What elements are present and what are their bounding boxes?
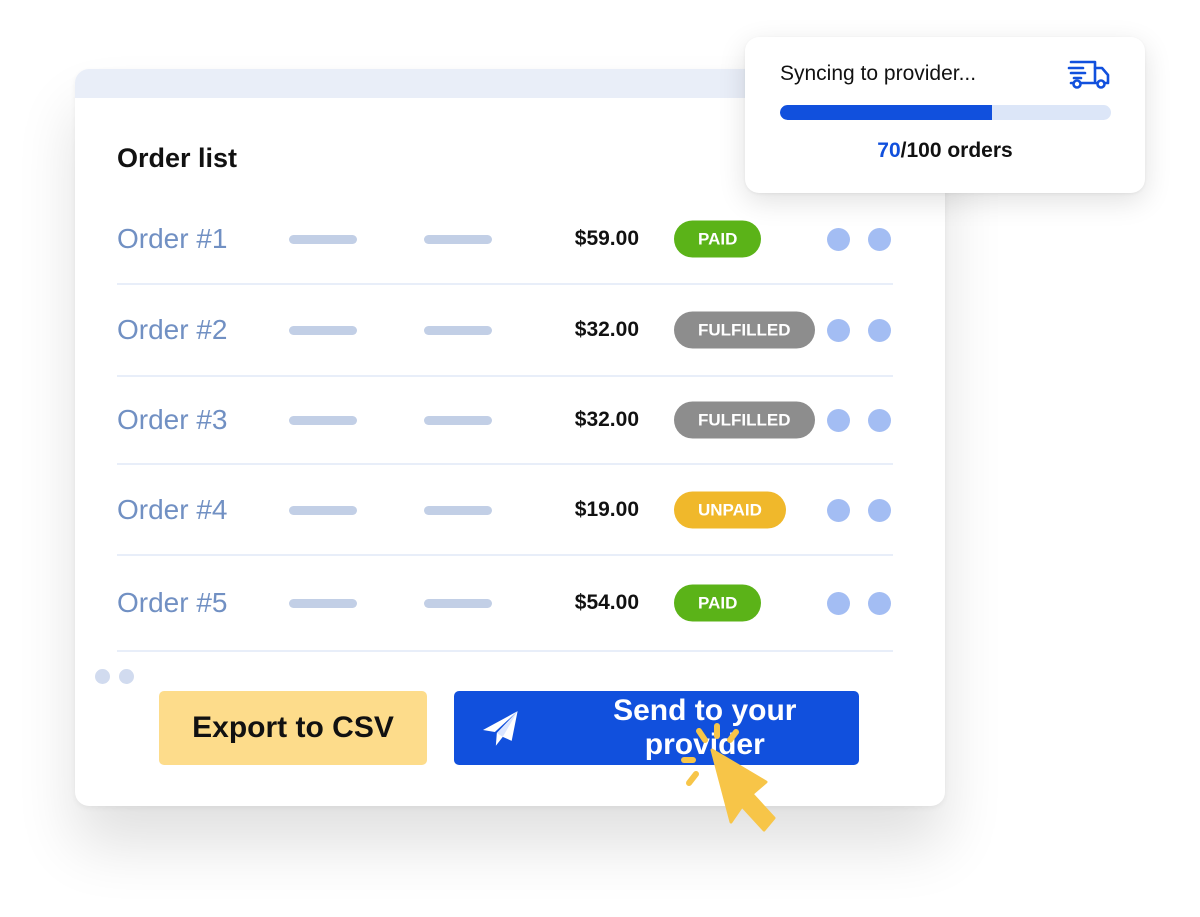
order-price: $54.00 <box>574 591 639 614</box>
action-dot[interactable] <box>827 409 850 432</box>
order-row[interactable]: Order #4 $19.00 UNPAID <box>117 465 893 556</box>
action-dot[interactable] <box>868 227 891 251</box>
status-badge-fulfilled: FULFILLED <box>674 401 815 439</box>
order-price: $32.00 <box>574 318 639 341</box>
sync-order-count: 70/100 orders <box>745 139 1145 163</box>
action-dot[interactable] <box>827 498 850 522</box>
paper-plane-icon <box>482 711 518 746</box>
order-price: $32.00 <box>574 408 639 431</box>
placeholder-bar <box>289 505 357 515</box>
export-csv-label: Export to CSV <box>192 711 394 744</box>
pagination-dot[interactable] <box>95 669 110 684</box>
placeholder-bar <box>424 505 492 515</box>
order-row[interactable]: Order #2 $32.00 FULFILLED <box>117 285 893 377</box>
action-dot[interactable] <box>827 319 850 342</box>
order-row[interactable]: Order #1 $59.00 PAID <box>117 194 893 285</box>
status-badge-paid: PAID <box>674 584 762 622</box>
placeholder-bar <box>424 234 492 244</box>
action-dot[interactable] <box>827 592 850 615</box>
placeholder-bar <box>424 326 492 335</box>
pagination-dot[interactable] <box>119 669 134 684</box>
click-cursor-icon <box>681 723 776 832</box>
placeholder-bar <box>424 416 492 425</box>
order-name[interactable]: Order #1 <box>117 223 228 255</box>
sync-total-text: /100 orders <box>900 139 1013 162</box>
order-price: $59.00 <box>574 226 639 250</box>
order-list-title: Order list <box>117 143 238 173</box>
status-badge-fulfilled: FULFILLED <box>674 311 815 349</box>
action-dot[interactable] <box>868 592 891 615</box>
status-badge-unpaid: UNPAID <box>674 491 786 528</box>
export-csv-button[interactable]: Export to CSV <box>159 691 427 765</box>
status-badge-paid: PAID <box>674 220 762 257</box>
placeholder-bar <box>289 234 357 244</box>
order-row[interactable]: Order #3 $32.00 FULFILLED <box>117 377 893 465</box>
order-name[interactable]: Order #4 <box>117 494 228 526</box>
action-dot[interactable] <box>827 227 850 251</box>
send-to-provider-button[interactable]: Send to your provider <box>454 691 859 765</box>
sync-done-count: 70 <box>877 139 901 162</box>
delivery-truck-icon <box>1067 60 1110 89</box>
order-name[interactable]: Order #2 <box>117 314 228 346</box>
placeholder-bar <box>289 599 357 608</box>
order-name[interactable]: Order #5 <box>117 587 228 619</box>
action-dot[interactable] <box>868 498 891 522</box>
action-dot[interactable] <box>868 319 891 342</box>
sync-status-card: Syncing to provider... 70/100 orders <box>745 37 1145 193</box>
placeholder-bar <box>424 599 492 608</box>
order-name[interactable]: Order #3 <box>117 404 228 436</box>
action-dot[interactable] <box>868 409 891 432</box>
sync-progress-fill <box>780 105 992 120</box>
placeholder-bar <box>289 326 357 335</box>
placeholder-bar <box>289 416 357 425</box>
order-price: $19.00 <box>574 497 639 521</box>
sync-status-title: Syncing to provider... <box>780 62 977 85</box>
sync-progress-bar <box>780 105 1111 120</box>
order-row[interactable]: Order #5 $54.00 PAID <box>117 556 893 652</box>
